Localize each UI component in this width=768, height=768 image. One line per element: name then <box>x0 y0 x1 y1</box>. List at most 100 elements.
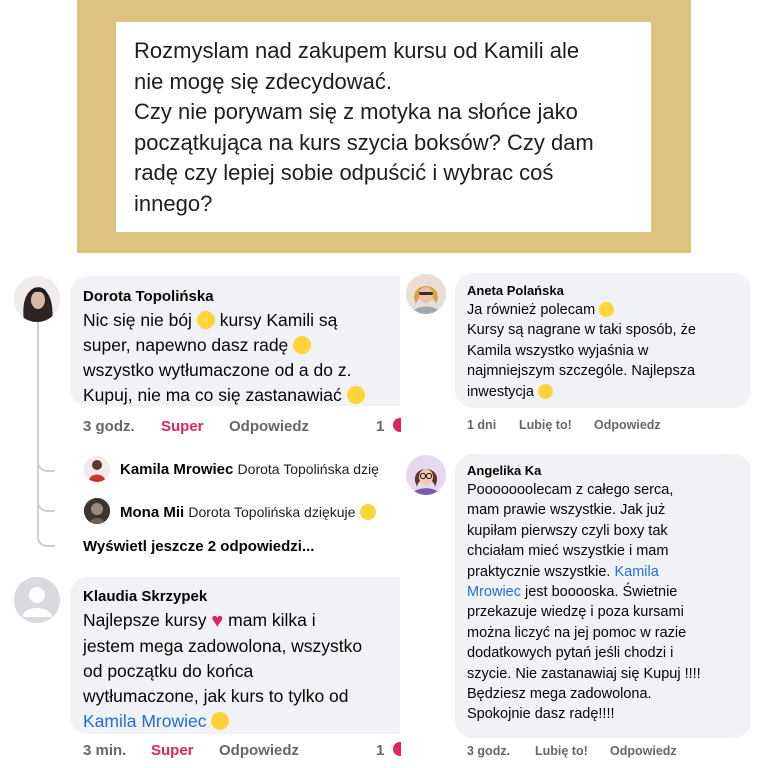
question-line: radę czy lepiej sobie odpuścić i wybrac … <box>134 160 554 185</box>
text: kursy Kamili są <box>219 310 338 330</box>
comment-text-line: Nic się nie bój kursy Kamili są <box>83 308 365 333</box>
comment-text-line: najmniejszym szczególe. Najlepsza <box>467 363 696 380</box>
reply-button[interactable]: Odpowiedz <box>610 744 677 758</box>
text: Kupuj, nie ma co się zastanawiać <box>83 385 342 405</box>
reaction-icon <box>393 418 401 432</box>
comment-text-line: Najlepsze kursy ♥ mam kilka i <box>83 608 362 634</box>
reply-row: Kamila Mrowiec Dorota Topolińska dzię <box>120 460 400 480</box>
text: mam kilka i <box>228 610 316 630</box>
reply-row: Mona Mii Dorota Topolińska dziękuje <box>120 503 400 523</box>
comment-time[interactable]: 3 godz. <box>467 744 510 758</box>
avatar[interactable] <box>14 276 60 322</box>
text: Nic się nie bój <box>83 310 192 330</box>
default-avatar-icon <box>14 577 60 623</box>
avatar[interactable] <box>406 274 446 314</box>
avatar-image <box>406 274 446 314</box>
comment-text-line: można liczyć na jej pomoc w razie <box>467 624 687 641</box>
wink-emoji <box>293 336 312 354</box>
comment-time[interactable]: 1 dni <box>467 418 496 432</box>
text: jest booooska. Świetnie <box>525 584 678 601</box>
comment-actions: 3 godz. Super Odpowiedz 1 <box>83 418 403 438</box>
text: super, napewno dasz radę <box>83 335 289 355</box>
reaction-icon <box>393 742 401 756</box>
mention-link[interactable]: Kamila <box>614 564 658 580</box>
avatar-image <box>84 456 110 482</box>
comment-text-line: Mrowiec jest booooska. Świetnie <box>467 582 701 602</box>
reply-text: Dorota Topolińska dzię <box>237 461 379 477</box>
reply-button[interactable]: Odpowiedz <box>229 418 309 435</box>
text: inwestycja <box>467 383 534 400</box>
reaction-super[interactable]: Super <box>151 742 194 759</box>
like-button[interactable]: Lubię to! <box>519 418 572 432</box>
question-line: nie mogę się zdecydować. <box>134 68 393 94</box>
reply-button[interactable]: Odpowiedz <box>219 742 299 759</box>
thread-connector <box>37 527 55 547</box>
question-line: innego? <box>134 190 213 216</box>
reaction-super[interactable]: Super <box>161 418 204 435</box>
comment-bubble: Dorota Topolińska Nic się nie bój kursy … <box>70 276 400 406</box>
comment-text-line: Ja również polecam <box>467 300 696 320</box>
reply-author[interactable]: Kamila Mrowiec <box>120 461 233 478</box>
comment-bubble: Aneta Polańska Ja również polecam Kursy … <box>455 273 751 408</box>
comment-author[interactable]: Aneta Polańska <box>467 282 564 300</box>
reaction-count: 1 <box>376 418 385 435</box>
like-button[interactable]: Lubię to! <box>535 744 588 758</box>
comment-text-line: wytłumaczone, jak kurs to tylko od <box>83 686 349 706</box>
avatar[interactable] <box>84 498 110 524</box>
comment-time[interactable]: 3 godz. <box>83 418 135 435</box>
comment-text-line: inwestycja <box>467 382 696 402</box>
avatar[interactable] <box>406 455 446 495</box>
reply-author[interactable]: Mona Mii <box>120 504 184 521</box>
comment-text-line: mam prawie wszystkie. Jak już <box>467 502 666 519</box>
avatar-image <box>84 498 110 524</box>
comment-text-line: od początku do końca <box>83 661 254 681</box>
comment-text-line: Pooooooolecam z całego serca, <box>467 482 674 498</box>
comment-text-line: Będziesz mega zadowolona. <box>467 686 652 703</box>
heart-emoji: ♥ <box>211 610 224 632</box>
hugging-face-emoji <box>196 311 215 329</box>
question-line: początkująca na kurs szycia boksów? Czy … <box>134 129 594 155</box>
avatar[interactable] <box>84 456 110 482</box>
comment-text-line: Kamila Mrowiec <box>83 709 362 734</box>
question-line: Rozmyslam nad zakupem kursu od Kamili al… <box>134 38 580 63</box>
comment-author[interactable]: Klaudia Skrzypek <box>83 587 207 607</box>
view-more-replies-link[interactable]: Wyświetl jeszcze 2 odpowiedzi... <box>83 538 314 555</box>
text: Najlepsze kursy <box>83 610 207 630</box>
mention-link[interactable]: Kamila Mrowiec <box>83 711 207 731</box>
comment-text-line: super, napewno dasz radę <box>83 333 365 358</box>
comment-actions: 1 dni Lubię to! Odpowiedz <box>467 418 747 436</box>
avatar[interactable] <box>14 577 60 623</box>
avatar-image <box>406 455 446 495</box>
smile-emoji <box>599 302 615 317</box>
mention-link[interactable]: Mrowiec <box>467 584 521 600</box>
question-panel: Rozmyslam nad zakupem kursu od Kamili al… <box>77 0 691 253</box>
text: Ja również polecam <box>467 302 596 318</box>
reaction-count: 1 <box>376 742 385 759</box>
comment-text-line: chciałam mieć wszystkie i mam <box>467 543 669 560</box>
comment-text-line: kupiłam pierwszy czyli boxy tak <box>467 522 668 539</box>
question-card: Rozmyslam nad zakupem kursu od Kamili al… <box>116 22 651 232</box>
comment-time[interactable]: 3 min. <box>83 742 126 759</box>
reply-text: Dorota Topolińska dziękuje <box>188 504 356 520</box>
text: praktycznie wszystkie. <box>467 563 611 580</box>
blush-emoji <box>211 712 230 730</box>
comment-bubble: Klaudia Skrzypek Najlepsze kursy ♥ mam k… <box>70 577 400 734</box>
grin-emoji <box>537 383 553 399</box>
comment-actions: 3 min. Super Odpowiedz 1 <box>83 742 403 762</box>
comment-actions: 3 godz. Lubię to! Odpowiedz <box>467 744 747 762</box>
smile-emoji <box>359 504 376 520</box>
comment-author[interactable]: Dorota Topolińska <box>83 287 214 307</box>
avatar-image <box>14 276 60 322</box>
comment-text-line: Spokojnie dasz radę!!!! <box>467 706 615 723</box>
comment-author[interactable]: Angelika Ka <box>467 462 541 480</box>
comment-bubble: Angelika Ka Pooooooolecam z całego serca… <box>455 454 751 738</box>
question-line: Czy nie porywam się z motyka na słońce j… <box>134 99 578 124</box>
comment-text-line: szycie. Nie zastanawiaj się Kupuj !!!! <box>467 665 701 682</box>
hugging-face-emoji <box>346 386 365 404</box>
comment-text-line: Kamila wszystko wyjaśnia w <box>467 342 649 359</box>
comment-text-line: wszystko wytłumaczone od a do z. <box>83 360 352 380</box>
comment-text-line: dodatkowych pytań jeśli chodzi i <box>467 645 674 662</box>
thread-connector <box>37 492 55 512</box>
thread-connector <box>37 452 55 472</box>
reply-button[interactable]: Odpowiedz <box>594 418 661 432</box>
